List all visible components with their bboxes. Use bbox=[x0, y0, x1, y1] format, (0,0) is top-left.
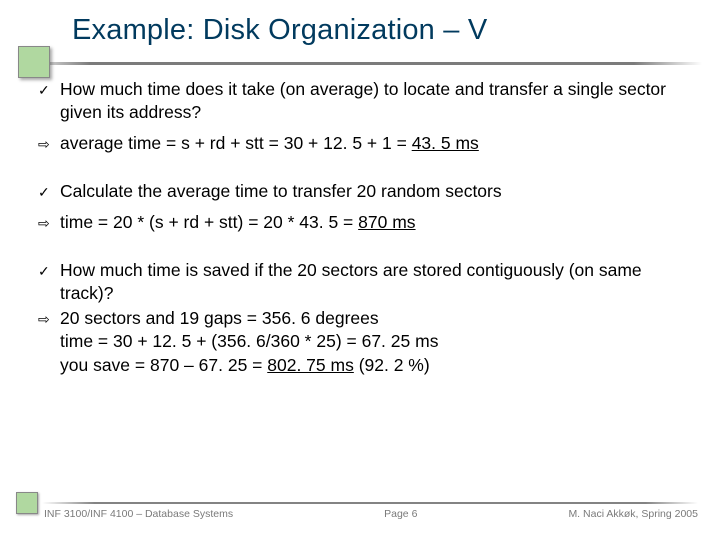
item-text: How much time does it take (on average) … bbox=[60, 78, 692, 125]
check-icon: ✓ bbox=[38, 259, 60, 283]
footer-center: Page 6 bbox=[384, 508, 417, 520]
check-icon: ✓ bbox=[38, 78, 60, 102]
item-text: Calculate the average time to transfer 2… bbox=[60, 180, 692, 203]
footer-text: INF 3100/INF 4100 – Database Systems Pag… bbox=[44, 508, 698, 520]
list-item: ⇨ average time = s + rd + stt = 30 + 12.… bbox=[38, 132, 692, 156]
slide-title: Example: Disk Organization – V bbox=[0, 8, 720, 47]
footer-left: INF 3100/INF 4100 – Database Systems bbox=[44, 508, 233, 520]
list-item: ⇨ time = 20 * (s + rd + stt) = 20 * 43. … bbox=[38, 211, 692, 235]
list-item: ✓ How much time does it take (on average… bbox=[38, 78, 692, 125]
item-text: 20 sectors and 19 gaps = 356. 6 degreest… bbox=[60, 307, 692, 377]
arrow-icon: ⇨ bbox=[38, 132, 60, 156]
list-item: ⇨ 20 sectors and 19 gaps = 356. 6 degree… bbox=[38, 307, 692, 377]
item-text: average time = s + rd + stt = 30 + 12. 5… bbox=[60, 132, 692, 155]
title-underline bbox=[22, 62, 702, 65]
slide: Example: Disk Organization – V ✓ How muc… bbox=[0, 0, 720, 540]
item-text: How much time is saved if the 20 sectors… bbox=[60, 259, 692, 306]
arrow-icon: ⇨ bbox=[38, 307, 60, 331]
title-bar: Example: Disk Organization – V bbox=[0, 8, 720, 68]
footer: INF 3100/INF 4100 – Database Systems Pag… bbox=[0, 496, 720, 526]
list-item: ✓ Calculate the average time to transfer… bbox=[38, 180, 692, 204]
list-item: ✓ How much time is saved if the 20 secto… bbox=[38, 259, 692, 306]
arrow-icon: ⇨ bbox=[38, 211, 60, 235]
item-text: time = 20 * (s + rd + stt) = 20 * 43. 5 … bbox=[60, 211, 692, 234]
check-icon: ✓ bbox=[38, 180, 60, 204]
title-decoration-box bbox=[18, 46, 50, 78]
footer-right: M. Naci Akkøk, Spring 2005 bbox=[568, 508, 698, 520]
content-area: ✓ How much time does it take (on average… bbox=[38, 78, 692, 379]
footer-decoration-box bbox=[16, 492, 38, 514]
footer-underline bbox=[42, 502, 698, 504]
